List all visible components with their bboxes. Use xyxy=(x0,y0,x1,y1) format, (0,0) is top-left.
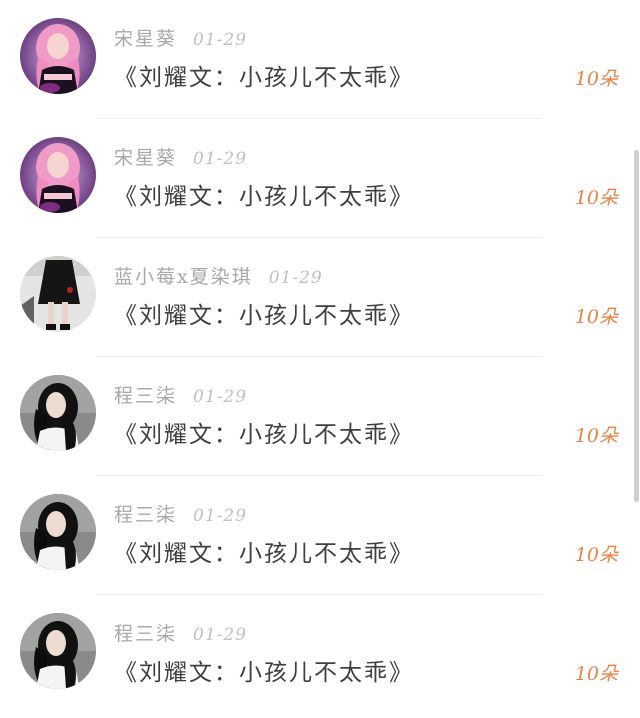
list-item[interactable]: 宋星葵 01-29 《刘耀文：小孩儿不太乖》 10朵 xyxy=(0,119,632,238)
sender-name[interactable]: 程三柒 xyxy=(114,619,177,646)
item-date: 01-29 xyxy=(193,506,248,526)
avatar[interactable] xyxy=(20,137,96,213)
item-meta: 程三柒 01-29 xyxy=(114,619,247,647)
item-message: 《刘耀文：小孩儿不太乖》 xyxy=(114,65,414,91)
gift-amount: 10朵 xyxy=(574,306,618,328)
list-item[interactable]: 程三柒 01-29 《刘耀文：小孩儿不太乖》 10朵 xyxy=(0,595,632,714)
item-meta: 程三柒 01-29 xyxy=(114,500,247,528)
item-message: 《刘耀文：小孩儿不太乖》 xyxy=(114,184,414,210)
list-item[interactable]: 宋星葵 01-29 《刘耀文：小孩儿不太乖》 10朵 xyxy=(0,0,632,119)
item-date: 01-29 xyxy=(193,149,248,169)
dark-hair-girl-avatar xyxy=(20,494,96,570)
scrollbar[interactable] xyxy=(634,150,639,502)
black-dress-legs-avatar xyxy=(20,256,96,332)
gift-amount: 10朵 xyxy=(574,425,618,447)
item-meta: 宋星葵 01-29 xyxy=(114,24,247,52)
list-item[interactable]: 蓝小莓x夏染琪 01-29 《刘耀文：小孩儿不太乖》 10朵 xyxy=(0,238,632,357)
sender-name[interactable]: 蓝小莓x夏染琪 xyxy=(114,262,253,289)
item-message: 《刘耀文：小孩儿不太乖》 xyxy=(114,422,414,448)
item-meta: 宋星葵 01-29 xyxy=(114,143,247,171)
avatar[interactable] xyxy=(20,613,96,689)
gift-amount: 10朵 xyxy=(574,187,618,209)
sender-name[interactable]: 程三柒 xyxy=(114,381,177,408)
sender-name[interactable]: 宋星葵 xyxy=(114,143,177,170)
dark-hair-girl-avatar xyxy=(20,613,96,689)
avatar[interactable] xyxy=(20,375,96,451)
dark-hair-girl-avatar xyxy=(20,375,96,451)
sender-name[interactable]: 程三柒 xyxy=(114,500,177,527)
item-message: 《刘耀文：小孩儿不太乖》 xyxy=(114,660,414,686)
item-date: 01-29 xyxy=(193,625,248,645)
item-date: 01-29 xyxy=(193,30,248,50)
pink-hair-girl-avatar xyxy=(20,137,96,213)
item-date: 01-29 xyxy=(193,387,248,407)
item-message: 《刘耀文：小孩儿不太乖》 xyxy=(114,303,414,329)
gift-amount: 10朵 xyxy=(574,544,618,566)
list-item[interactable]: 程三柒 01-29 《刘耀文：小孩儿不太乖》 10朵 xyxy=(0,476,632,595)
item-meta: 蓝小莓x夏染琪 01-29 xyxy=(114,262,323,290)
item-message: 《刘耀文：小孩儿不太乖》 xyxy=(114,541,414,567)
avatar[interactable] xyxy=(20,256,96,332)
gift-amount: 10朵 xyxy=(574,663,618,685)
list-item[interactable]: 程三柒 01-29 《刘耀文：小孩儿不太乖》 10朵 xyxy=(0,357,632,476)
sender-name[interactable]: 宋星葵 xyxy=(114,24,177,51)
avatar[interactable] xyxy=(20,494,96,570)
avatar[interactable] xyxy=(20,18,96,94)
item-meta: 程三柒 01-29 xyxy=(114,381,247,409)
pink-hair-girl-avatar xyxy=(20,18,96,94)
gift-list[interactable]: 宋星葵 01-29 《刘耀文：小孩儿不太乖》 10朵 宋星葵 01-29 《刘耀… xyxy=(0,0,640,718)
gift-amount: 10朵 xyxy=(574,68,618,90)
item-date: 01-29 xyxy=(268,268,323,288)
